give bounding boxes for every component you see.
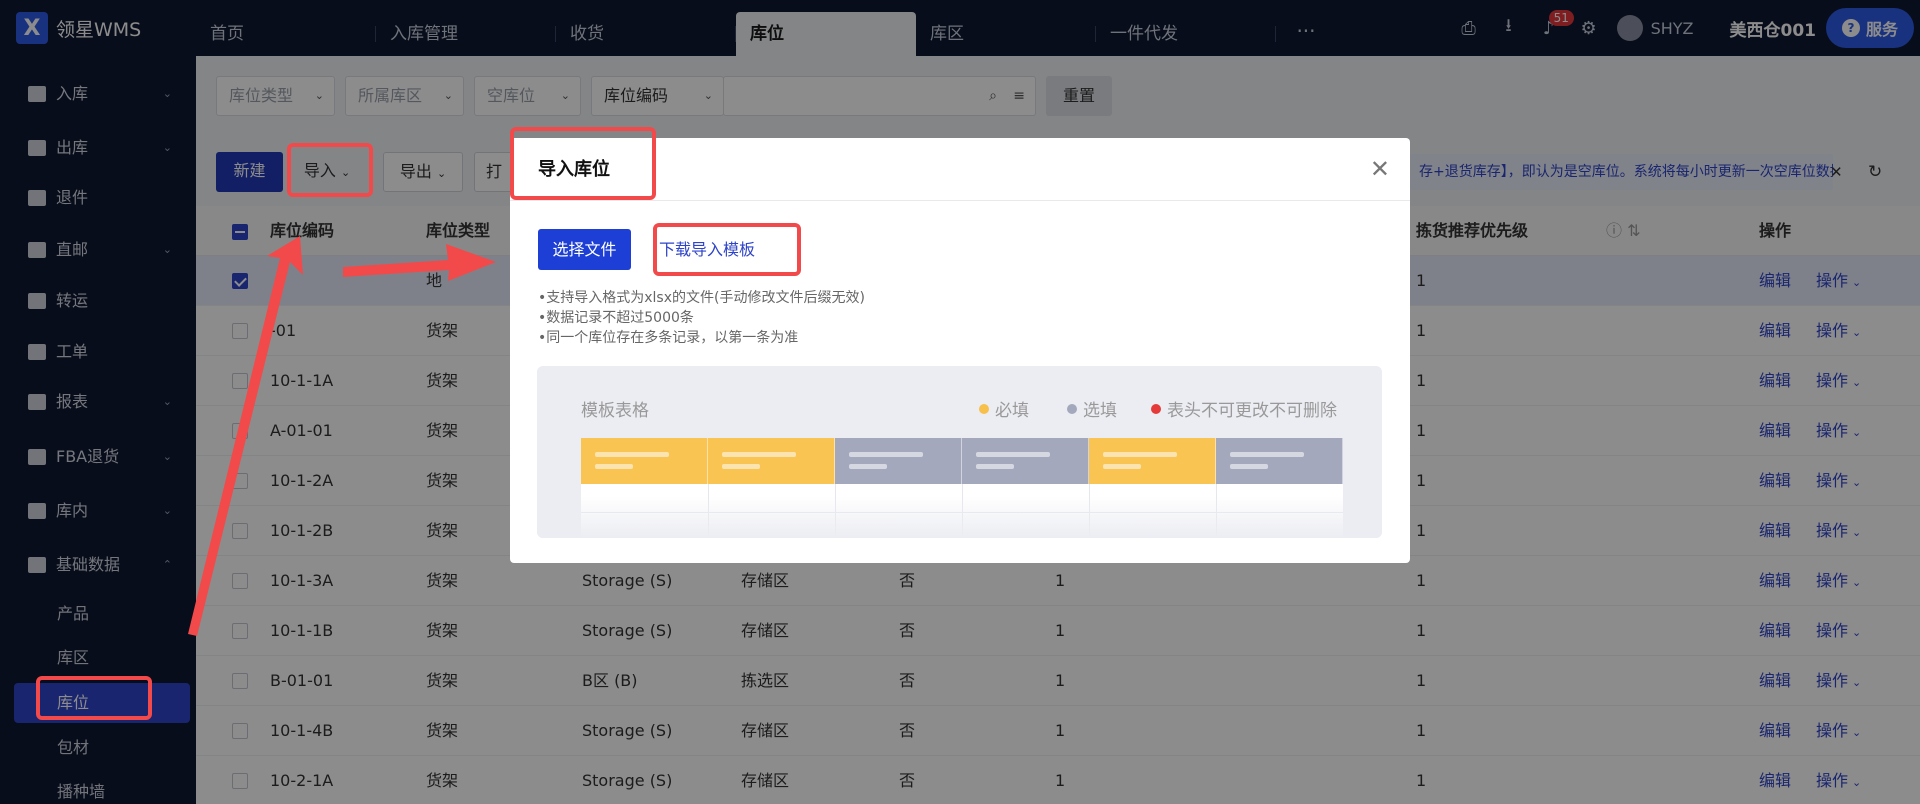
app-root: X 领星WMS 首页 入库管理 收货 库位 库区 一件代发 ··· ⎙ ⭳ ♪ 5… (0, 0, 1920, 804)
arrow-up-icon (188, 236, 303, 636)
annotation-arrows (188, 236, 496, 636)
arrow-right-icon (343, 244, 496, 281)
